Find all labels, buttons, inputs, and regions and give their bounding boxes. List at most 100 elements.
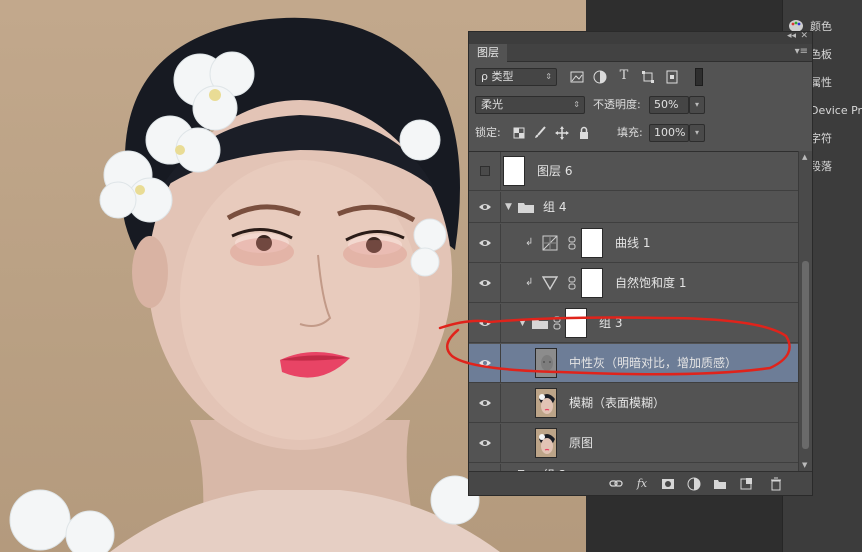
layer-name[interactable]: 组 4 bbox=[543, 199, 566, 215]
tab-layers[interactable]: 图层 bbox=[469, 44, 507, 62]
lock-position-icon[interactable] bbox=[555, 126, 569, 140]
curves-adjustment-icon bbox=[542, 235, 558, 254]
layer-name[interactable]: 曲线 1 bbox=[615, 235, 650, 251]
layer-row[interactable]: ▼ 组 3 bbox=[469, 304, 798, 343]
layers-panel: ◂◂ ✕ 图层 ▾≡ ρ 类型 ⇕ T 柔光 ⇕ 不透明度: 50% ▾ 锁定:… bbox=[468, 31, 813, 496]
layer-row-selected[interactable]: 中性灰（明暗对比，增加质感） bbox=[469, 344, 798, 383]
visibility-toggle[interactable] bbox=[469, 464, 501, 471]
layer-row[interactable]: 模糊（表面模糊） bbox=[469, 384, 798, 423]
filter-type-icon[interactable]: T bbox=[617, 69, 631, 83]
layer-mask-thumbnail[interactable] bbox=[565, 308, 587, 338]
layer-filter-row: ρ 类型 ⇕ T bbox=[469, 63, 812, 91]
opacity-slider-button[interactable]: ▾ bbox=[689, 96, 705, 114]
layer-mask-thumbnail[interactable] bbox=[581, 228, 603, 258]
visibility-toggle[interactable] bbox=[469, 344, 501, 382]
dock-item-label: 色板 bbox=[810, 48, 832, 61]
delete-layer-icon[interactable] bbox=[769, 477, 783, 491]
collapse-panel-button[interactable]: ◂◂ bbox=[787, 31, 796, 41]
panel-title-strip: ◂◂ ✕ bbox=[469, 31, 812, 44]
layer-thumbnail bbox=[503, 156, 525, 186]
layer-name[interactable]: 自然饱和度 1 bbox=[615, 275, 686, 291]
filter-toggle-switch[interactable] bbox=[695, 68, 703, 86]
hidden-visibility-box bbox=[480, 166, 490, 176]
dock-item-label: Device Preview bbox=[810, 103, 862, 117]
lock-all-icon[interactable] bbox=[577, 126, 591, 140]
eye-icon bbox=[479, 320, 491, 326]
new-layer-icon[interactable] bbox=[739, 477, 753, 491]
link-chain-icon[interactable] bbox=[568, 236, 576, 250]
lock-transparent-icon[interactable] bbox=[512, 126, 526, 140]
layer-name[interactable]: 图层 6 bbox=[537, 163, 572, 179]
layer-name[interactable]: 模糊（表面模糊） bbox=[569, 395, 665, 411]
layer-style-fx-icon[interactable]: fx bbox=[635, 477, 649, 491]
eye-icon bbox=[479, 240, 491, 246]
add-mask-icon[interactable] bbox=[661, 477, 675, 491]
layer-list-scrollbar[interactable]: ▲ ▼ bbox=[798, 151, 812, 471]
layer-row[interactable]: ↲ 自然饱和度 1 bbox=[469, 264, 798, 303]
filter-shape-icon[interactable] bbox=[641, 70, 655, 84]
new-adjustment-layer-icon[interactable] bbox=[687, 477, 701, 491]
vibrance-adjustment-icon bbox=[541, 275, 559, 294]
visibility-toggle[interactable] bbox=[469, 152, 501, 190]
visibility-toggle[interactable] bbox=[469, 192, 501, 222]
clipping-arrow-icon: ↲ bbox=[525, 277, 534, 288]
opacity-input[interactable]: 50% bbox=[649, 96, 689, 114]
fill-input[interactable]: 100% bbox=[649, 124, 689, 142]
clipping-arrow-icon: ↲ bbox=[525, 237, 534, 248]
scroll-down-icon[interactable]: ▼ bbox=[802, 461, 807, 469]
folder-icon bbox=[517, 201, 535, 217]
close-panel-button[interactable]: ✕ bbox=[800, 31, 808, 41]
visibility-toggle[interactable] bbox=[469, 384, 501, 422]
blend-mode-select[interactable]: 柔光 ⇕ bbox=[475, 96, 585, 114]
eye-icon bbox=[479, 400, 491, 406]
link-chain-icon[interactable] bbox=[568, 276, 576, 290]
blend-row: 柔光 ⇕ 不透明度: 50% ▾ bbox=[469, 91, 812, 119]
visibility-toggle[interactable] bbox=[469, 224, 501, 262]
scroll-thumb[interactable] bbox=[802, 261, 809, 449]
layer-list: 图层 6 ▼ 组 4 ↲ 曲线 1 ↲ 自然饱和度 1 ▼ 组 3 中性灰（明暗… bbox=[469, 151, 798, 471]
lock-label: 锁定: bbox=[475, 126, 501, 139]
layer-row[interactable]: 原图 bbox=[469, 424, 798, 463]
filter-kind-value: ρ 类型 bbox=[481, 70, 514, 83]
expand-triangle-open-icon[interactable]: ▼ bbox=[519, 318, 526, 328]
layer-thumbnail bbox=[535, 428, 557, 458]
panel-menu-button[interactable]: ▾≡ bbox=[795, 46, 808, 57]
link-layers-icon[interactable] bbox=[609, 477, 623, 491]
eye-icon bbox=[479, 360, 491, 366]
layer-row[interactable]: ↲ 曲线 1 bbox=[469, 224, 798, 263]
visibility-toggle[interactable] bbox=[469, 304, 501, 342]
lock-brush-icon[interactable] bbox=[533, 126, 547, 140]
blend-mode-value: 柔光 bbox=[481, 98, 503, 111]
chevron-updown-icon: ⇕ bbox=[545, 72, 552, 81]
fill-slider-button[interactable]: ▾ bbox=[689, 124, 705, 142]
layer-name[interactable]: 组 3 bbox=[599, 315, 622, 331]
dock-item-label: 属性 bbox=[810, 76, 832, 89]
eye-icon bbox=[479, 440, 491, 446]
dock-item-label: 字符 bbox=[810, 132, 832, 145]
layer-name[interactable]: 原图 bbox=[569, 435, 593, 451]
filter-kind-select[interactable]: ρ 类型 ⇕ bbox=[475, 68, 557, 86]
filter-pixel-icon[interactable] bbox=[570, 70, 584, 84]
filter-smart-object-icon[interactable] bbox=[665, 70, 679, 84]
new-group-icon[interactable] bbox=[713, 477, 727, 491]
dock-item-label: 段落 bbox=[810, 160, 832, 173]
expand-triangle-open-icon[interactable]: ▼ bbox=[505, 202, 512, 212]
scroll-up-icon[interactable]: ▲ bbox=[802, 153, 807, 161]
filter-adjustment-icon[interactable] bbox=[593, 70, 607, 84]
dock-item-label: 颜色 bbox=[810, 20, 832, 33]
opacity-label: 不透明度: bbox=[593, 98, 641, 111]
lock-row: 锁定: 填充: 100% ▾ bbox=[469, 119, 812, 147]
layer-mask-thumbnail[interactable] bbox=[581, 268, 603, 298]
visibility-toggle[interactable] bbox=[469, 424, 501, 462]
panel-tabbar: 图层 ▾≡ bbox=[469, 44, 812, 62]
eye-icon bbox=[479, 204, 491, 210]
layer-row[interactable]: ▶ 组 2 bbox=[469, 464, 798, 471]
layer-row[interactable]: ▼ 组 4 bbox=[469, 192, 798, 223]
link-chain-icon[interactable] bbox=[553, 316, 561, 330]
layers-bottom-toolbar: fx bbox=[469, 471, 812, 495]
folder-icon bbox=[531, 317, 549, 333]
layer-name[interactable]: 中性灰（明暗对比，增加质感） bbox=[569, 355, 737, 371]
eye-icon bbox=[479, 280, 491, 286]
layer-row[interactable]: 图层 6 bbox=[469, 152, 798, 191]
visibility-toggle[interactable] bbox=[469, 264, 501, 302]
